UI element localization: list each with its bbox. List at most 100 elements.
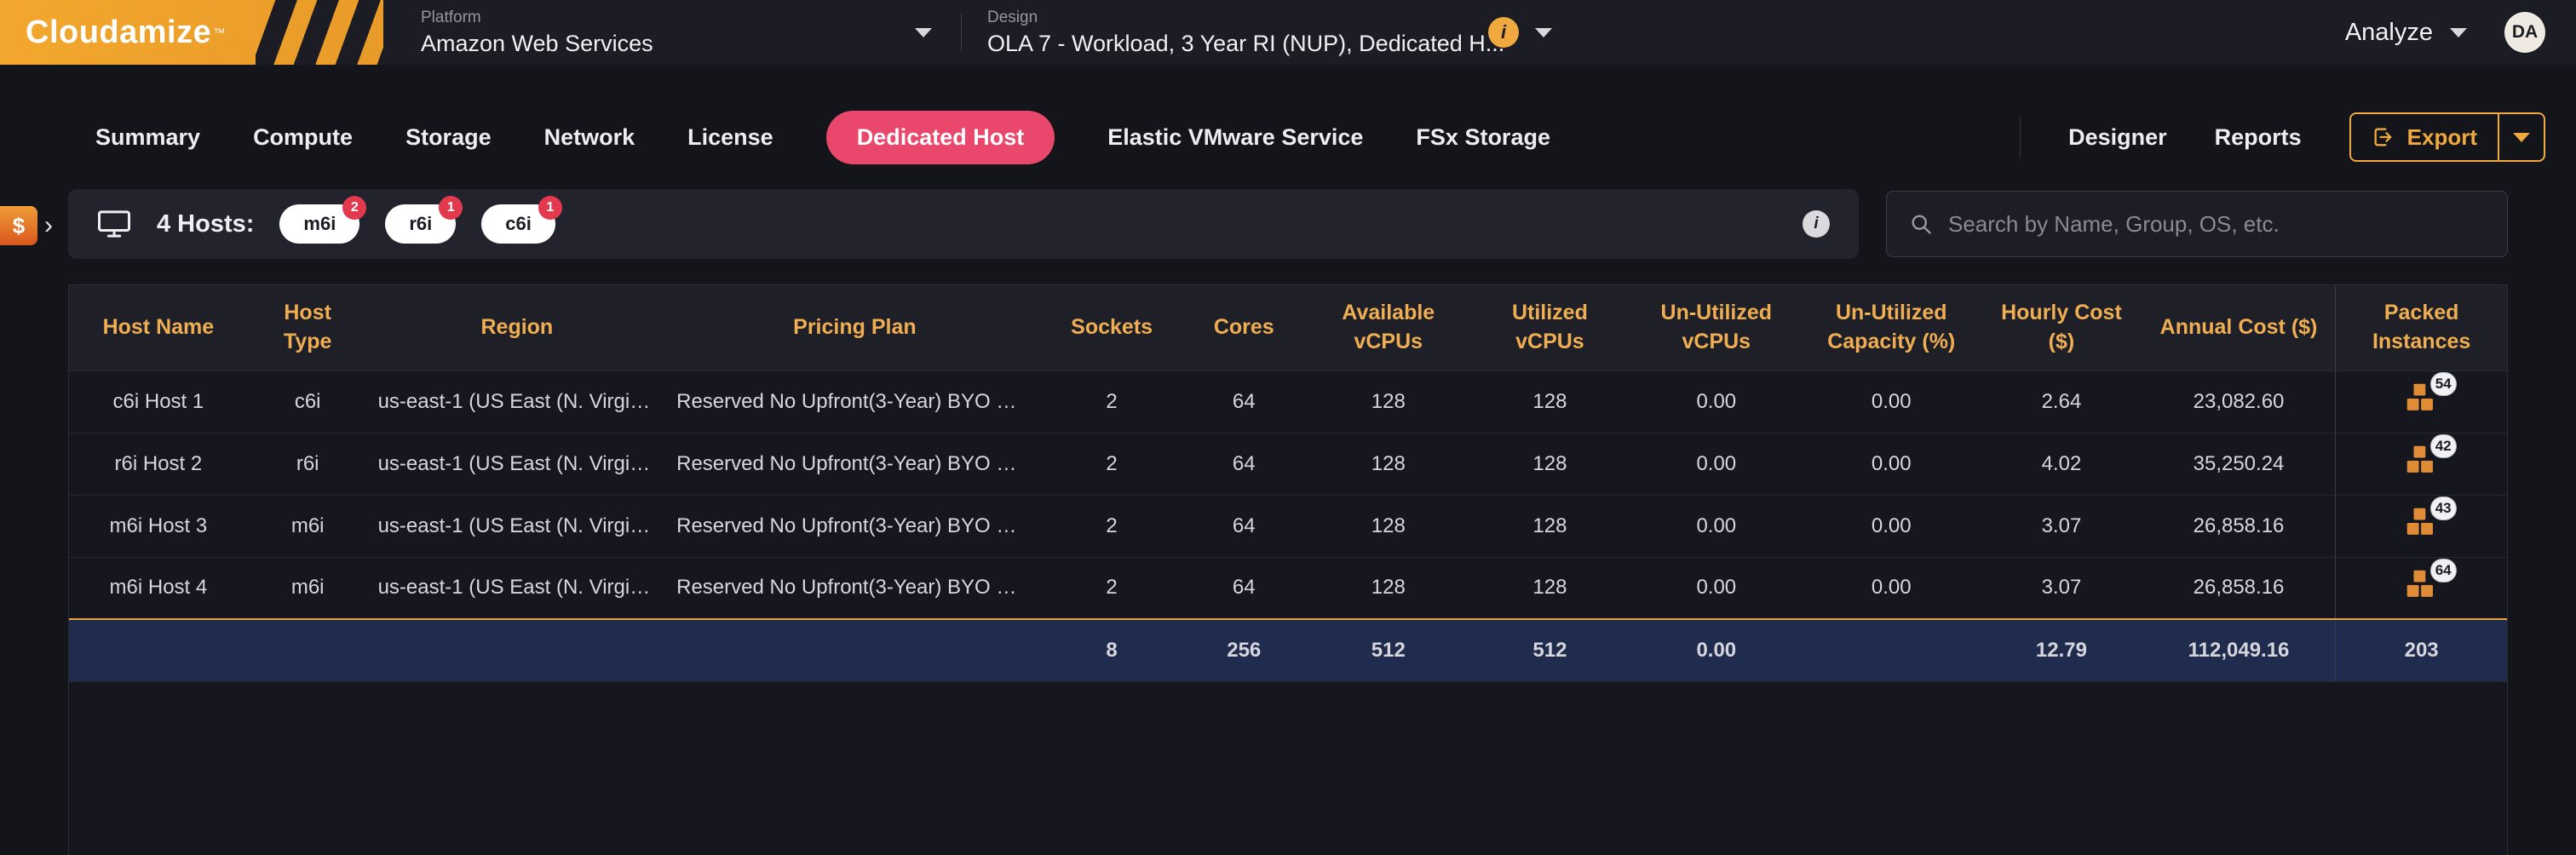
table-row[interactable]: r6i Host 2 r6i us-east-1 (US East (N. Vi… — [69, 433, 2507, 495]
cell-unutilized-capacity: 0.00 — [1802, 433, 1981, 495]
column-header-unutilized-capacity[interactable]: Un-Utilized Capacity (%) — [1802, 285, 1981, 370]
hosts-summary-panel: 4 Hosts: m6i 2 r6i 1 c6i 1 i — [68, 189, 1859, 259]
table-row[interactable]: c6i Host 1 c6i us-east-1 (US East (N. Vi… — [69, 370, 2507, 433]
info-icon[interactable]: i — [1803, 210, 1830, 238]
totals-empty-cell — [69, 619, 1044, 681]
chevron-down-icon[interactable] — [915, 28, 932, 37]
cell-hourly-cost: 4.02 — [1981, 433, 2142, 495]
topbar-divider — [961, 14, 962, 51]
table-row[interactable]: m6i Host 3 m6i us-east-1 (US East (N. Vi… — [69, 495, 2507, 557]
cell-pricing-plan: Reserved No Upfront(3-Year) BYO MSFT... — [666, 495, 1044, 557]
reports-link[interactable]: Reports — [2215, 124, 2302, 151]
totals-cores: 256 — [1181, 619, 1308, 681]
export-main-action[interactable]: Export — [2351, 114, 2498, 160]
search-icon — [1909, 212, 1933, 236]
cell-available-vcpus: 128 — [1308, 557, 1469, 619]
tab-fsx-storage[interactable]: FSx Storage — [1416, 111, 1550, 164]
top-bar: Cloudamize™ Platform Amazon Web Services… — [0, 0, 2576, 65]
packed-count-badge: 54 — [2430, 372, 2457, 396]
host-type-pill-r6i[interactable]: r6i 1 — [385, 204, 456, 244]
column-header-annual-cost[interactable]: Annual Cost ($) — [2142, 285, 2336, 370]
cell-pricing-plan: Reserved No Upfront(3-Year) BYO MSFT... — [666, 557, 1044, 619]
main-navigation: Summary Compute Storage Network License … — [0, 65, 2576, 175]
design-label: Design — [987, 9, 1504, 27]
host-monitor-icon — [97, 209, 131, 238]
cell-hourly-cost: 3.07 — [1981, 557, 2142, 619]
table-header-row: Host Name Host Type Region Pricing Plan … — [69, 285, 2507, 370]
hosts-toolbar: 4 Hosts: m6i 2 r6i 1 c6i 1 i — [68, 189, 2508, 259]
dollar-icon[interactable]: $ — [0, 206, 37, 245]
column-header-host-name[interactable]: Host Name — [69, 285, 248, 370]
cell-packed-instances[interactable]: 54 — [2336, 370, 2507, 433]
column-header-host-type[interactable]: Host Type — [248, 285, 368, 370]
packed-count-badge: 64 — [2430, 559, 2457, 582]
column-header-available-vcpus[interactable]: Available vCPUs — [1308, 285, 1469, 370]
column-header-cores[interactable]: Cores — [1181, 285, 1308, 370]
cloudamize-logo[interactable]: Cloudamize™ — [0, 0, 383, 65]
export-icon — [2372, 125, 2395, 149]
cell-sockets: 2 — [1044, 557, 1181, 619]
tab-elastic-vmware-service[interactable]: Elastic VMware Service — [1107, 111, 1363, 164]
column-header-hourly-cost[interactable]: Hourly Cost ($) — [1981, 285, 2142, 370]
column-header-region[interactable]: Region — [368, 285, 667, 370]
chevron-down-icon[interactable] — [2450, 28, 2467, 37]
tab-summary[interactable]: Summary — [95, 111, 200, 164]
tab-storage[interactable]: Storage — [405, 111, 492, 164]
hosts-count-label: 4 Hosts: — [157, 210, 254, 238]
packed-count-badge: 42 — [2430, 434, 2457, 458]
totals-packed-instances: 203 — [2336, 619, 2507, 681]
cell-unutilized-vcpus: 0.00 — [1630, 557, 1802, 619]
tab-license[interactable]: License — [687, 111, 773, 164]
cell-utilized-vcpus: 128 — [1469, 557, 1631, 619]
host-type-pill-c6i[interactable]: c6i 1 — [481, 204, 555, 244]
totals-hourly-cost: 12.79 — [1981, 619, 2142, 681]
analyze-menu[interactable]: Analyze — [2345, 19, 2433, 47]
search-input[interactable] — [1948, 211, 2485, 238]
cell-region: us-east-1 (US East (N. Virginia)) — [368, 433, 667, 495]
export-dropdown-toggle[interactable] — [2498, 114, 2544, 160]
pill-count-badge: 1 — [538, 196, 562, 220]
host-type-pill-m6i[interactable]: m6i 2 — [279, 204, 359, 244]
export-label: Export — [2407, 124, 2477, 151]
chevron-down-icon[interactable] — [1535, 28, 1552, 37]
totals-sockets: 8 — [1044, 619, 1181, 681]
column-header-packed-instances[interactable]: Packed Instances — [2336, 285, 2507, 370]
cell-host-name: m6i Host 3 — [69, 495, 248, 557]
cell-packed-instances[interactable]: 42 — [2336, 433, 2507, 495]
export-button[interactable]: Export — [2349, 112, 2545, 162]
designer-link[interactable]: Designer — [2068, 124, 2167, 151]
cell-unutilized-vcpus: 0.00 — [1630, 495, 1802, 557]
cell-unutilized-vcpus: 0.00 — [1630, 370, 1802, 433]
pill-count-badge: 2 — [342, 196, 366, 220]
logo-text: Cloudamize — [26, 14, 211, 51]
pill-label: r6i — [409, 213, 432, 234]
logo-stripes-decoration — [256, 0, 383, 65]
cell-sockets: 2 — [1044, 433, 1181, 495]
trademark-symbol: ™ — [213, 26, 225, 39]
info-icon[interactable]: i — [1488, 17, 1519, 48]
column-header-sockets[interactable]: Sockets — [1044, 285, 1181, 370]
cell-available-vcpus: 128 — [1308, 370, 1469, 433]
tab-dedicated-host[interactable]: Dedicated Host — [826, 111, 1055, 164]
cell-host-type: r6i — [248, 433, 368, 495]
table-row[interactable]: m6i Host 4 m6i us-east-1 (US East (N. Vi… — [69, 557, 2507, 619]
user-avatar[interactable]: DA — [2504, 12, 2545, 53]
column-header-unutilized-vcpus[interactable]: Un-Utilized vCPUs — [1630, 285, 1802, 370]
tab-compute[interactable]: Compute — [253, 111, 353, 164]
column-header-pricing-plan[interactable]: Pricing Plan — [666, 285, 1044, 370]
cell-packed-instances[interactable]: 43 — [2336, 495, 2507, 557]
cell-host-name: r6i Host 2 — [69, 433, 248, 495]
cell-packed-instances[interactable]: 64 — [2336, 557, 2507, 619]
cell-available-vcpus: 128 — [1308, 495, 1469, 557]
tab-network[interactable]: Network — [544, 111, 635, 164]
chevron-right-icon[interactable]: › — [44, 213, 53, 238]
cell-pricing-plan: Reserved No Upfront(3-Year) BYO MSFT... — [666, 370, 1044, 433]
platform-selector[interactable]: Platform Amazon Web Services — [421, 9, 932, 57]
tab-list: Summary Compute Storage Network License … — [95, 111, 1550, 164]
design-selector[interactable]: Design OLA 7 - Workload, 3 Year RI (NUP)… — [987, 9, 1464, 57]
cost-panel-toggle[interactable]: $ › — [0, 206, 53, 245]
search-box[interactable] — [1886, 191, 2508, 257]
column-header-utilized-vcpus[interactable]: Utilized vCPUs — [1469, 285, 1631, 370]
design-value: OLA 7 - Workload, 3 Year RI (NUP), Dedic… — [987, 31, 1504, 57]
pill-count-badge: 1 — [439, 196, 463, 220]
